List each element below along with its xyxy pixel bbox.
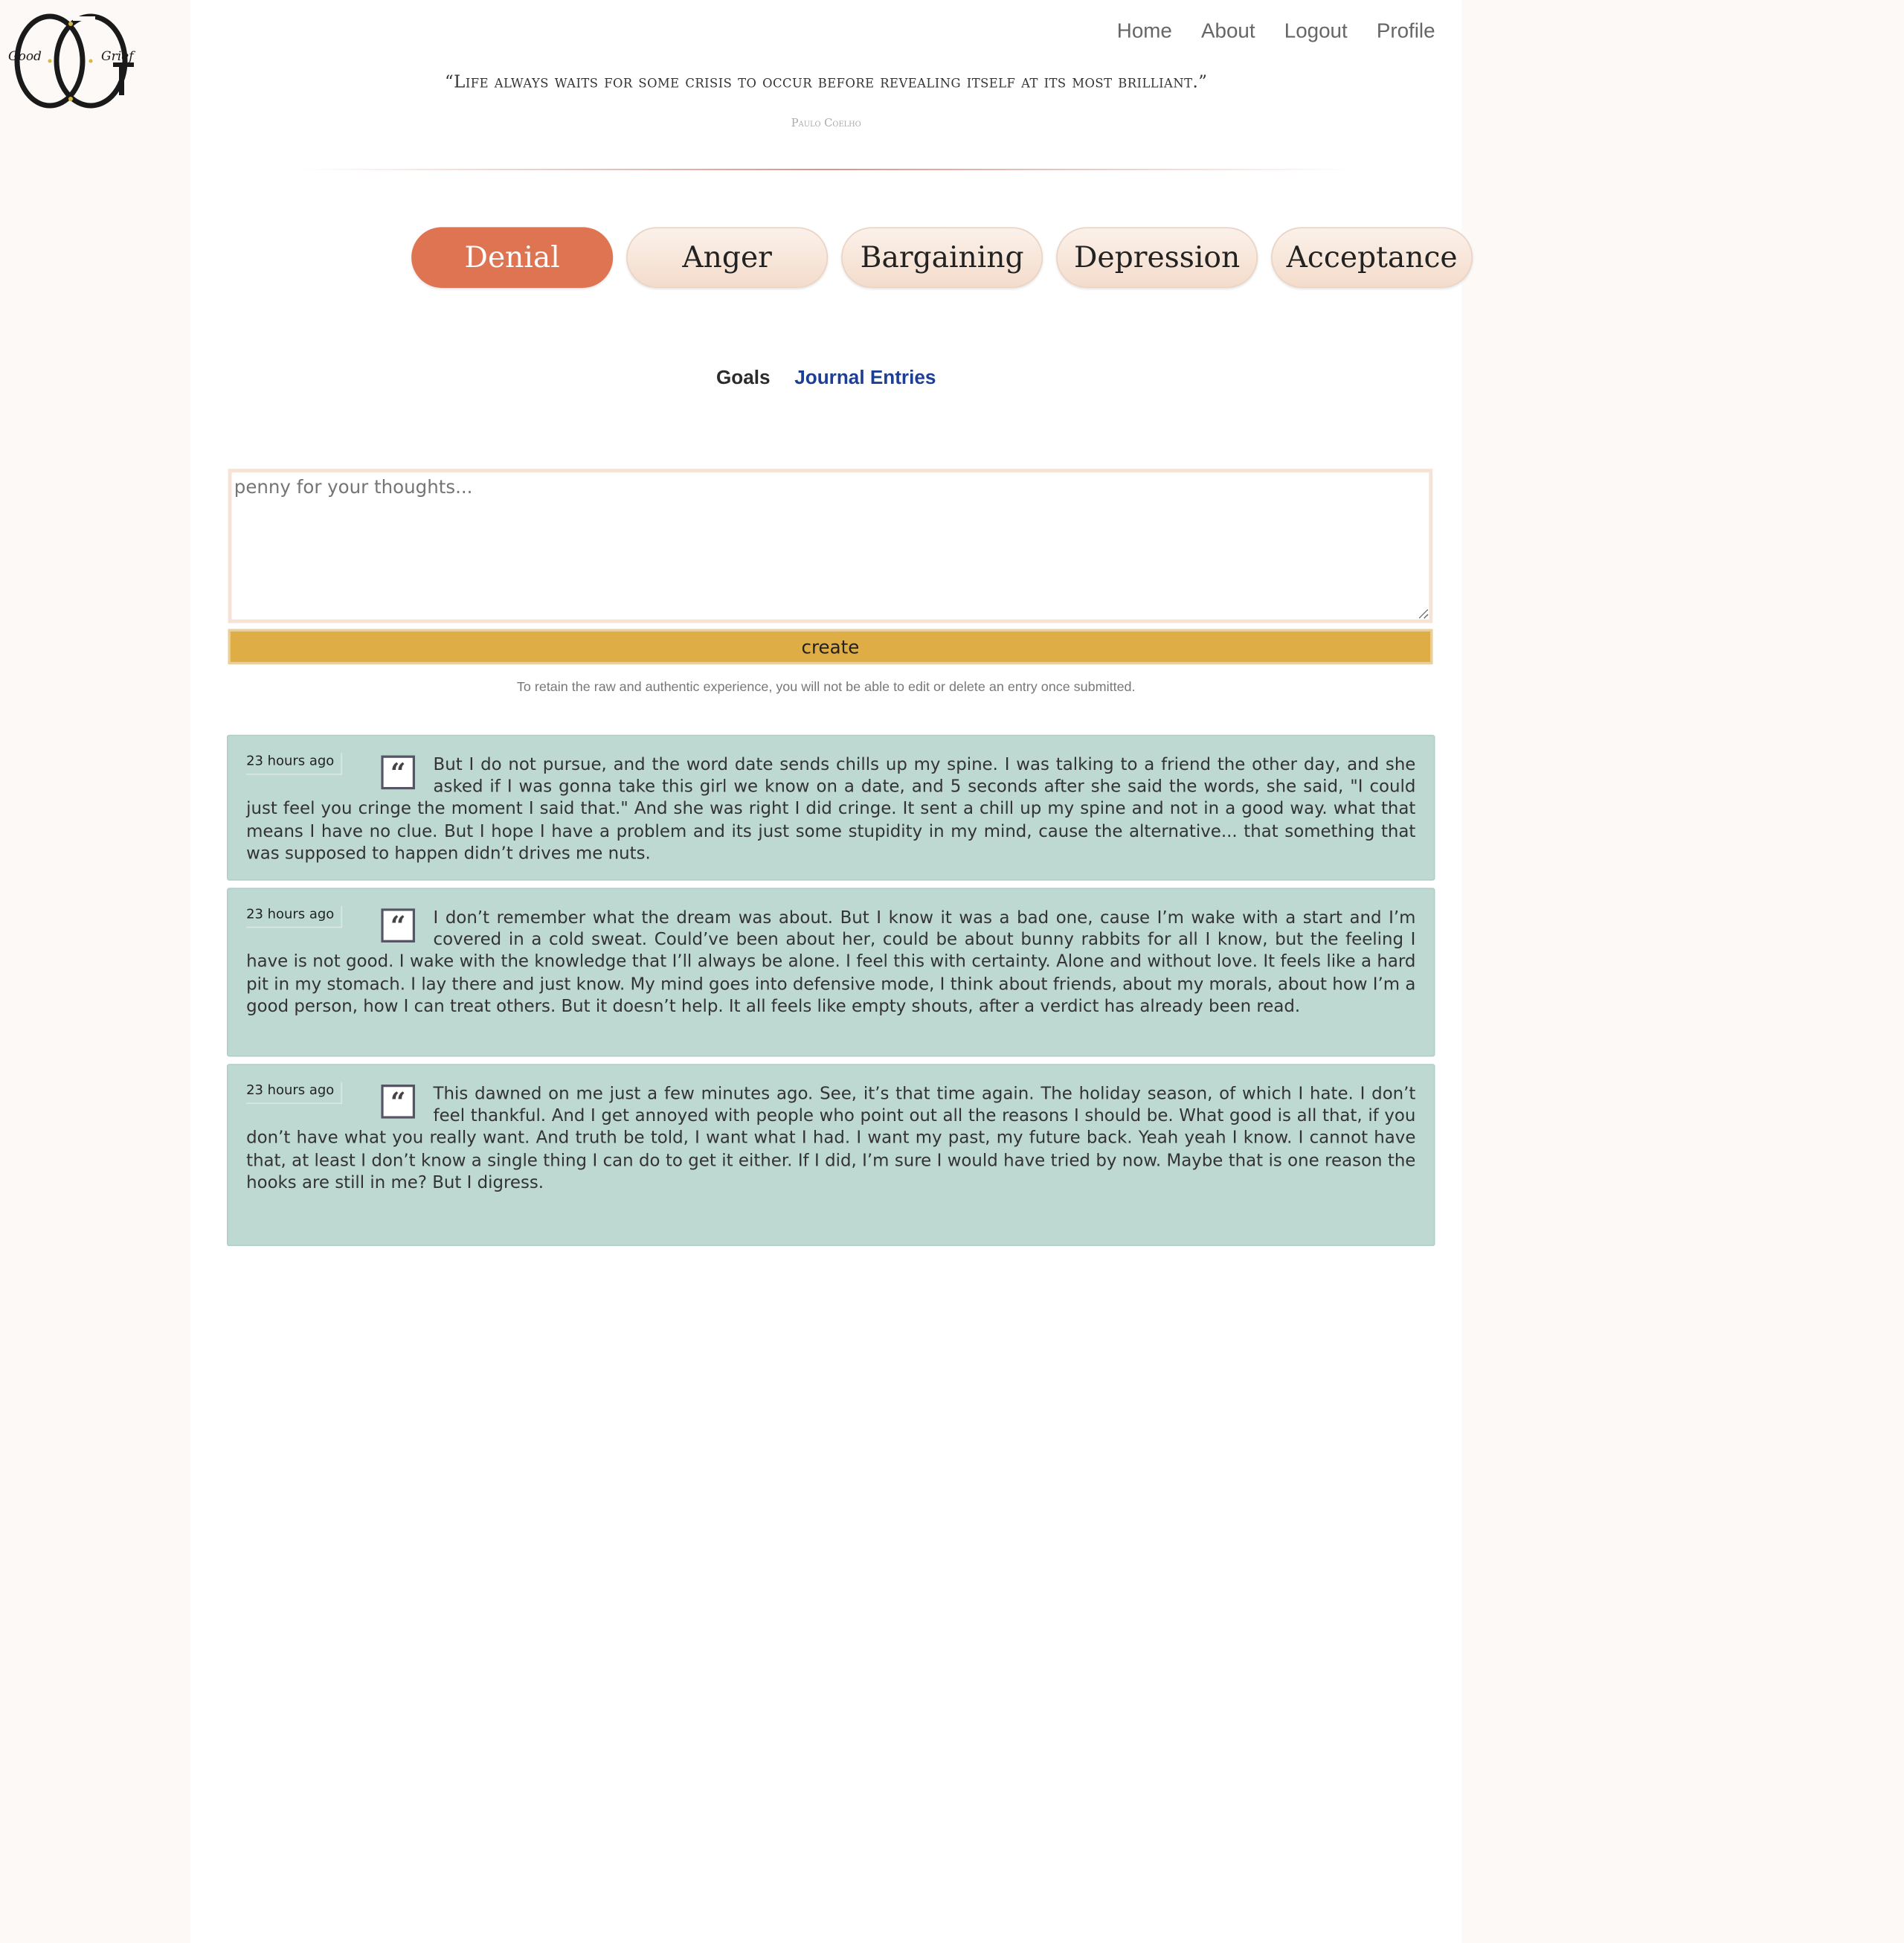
logo-mark-icon: Good Grief [8,13,135,109]
edit-disclaimer: To retain the raw and authentic experien… [516,680,1136,695]
svg-text:“: “ [390,1087,406,1118]
entry-text: But I do not pursue, and the word date s… [246,755,1416,864]
logo-text-good: Good [8,49,42,64]
entry-text: I don’t remember what the dream was abou… [246,908,1416,1017]
tab-goals[interactable]: Goals [716,368,771,390]
tab-journal-entries[interactable]: Journal Entries [794,368,936,390]
journal-entry: 23 hours ago “ I don’t remember what the… [226,887,1435,1057]
section-tabs: Goals Journal Entries [190,368,1461,390]
entry-text: This dawned on me just a few minutes ago… [246,1085,1416,1193]
stage-tab-denial[interactable]: Denial [411,227,614,288]
journal-entry: 23 hours ago “ This dawned on me just a … [226,1064,1435,1247]
create-button[interactable]: create [228,629,1433,665]
entry-timestamp: 23 hours ago [246,1082,343,1105]
stage-tab-depression[interactable]: Depression [1056,227,1258,288]
stage-tab-acceptance[interactable]: Acceptance [1271,227,1473,288]
svg-text:“: “ [390,757,406,789]
stage-tab-anger[interactable]: Anger [626,227,829,288]
divider [299,168,1353,170]
top-nav: Home About Logout Profile [1117,19,1435,44]
stage-tab-bargaining[interactable]: Bargaining [841,227,1043,288]
quote-icon: “ [381,908,416,942]
logo-text-grief: Grief [101,49,135,64]
entry-timestamp: 23 hours ago [246,753,343,775]
good-grief-logo[interactable]: Good Grief [7,13,138,109]
grief-stage-tabs: Denial Anger Bargaining Depression Accep… [411,227,1473,288]
nav-logout-link[interactable]: Logout [1284,19,1348,44]
journal-entry-input[interactable] [228,469,1433,623]
quote-icon: “ [381,1085,416,1119]
main-content-panel: Home About Logout Profile “Life always w… [190,0,1473,1943]
nav-home-link[interactable]: Home [1117,19,1172,44]
nav-profile-link[interactable]: Profile [1377,19,1435,44]
header-quote: “Life always waits for some crisis to oc… [444,72,1208,93]
entry-timestamp: 23 hours ago [246,905,343,928]
quote-author: Paulo Coelho [791,118,861,130]
journal-entry: 23 hours ago “ But I do not pursue, and … [226,734,1435,881]
svg-text:“: “ [390,911,406,942]
quote-icon: “ [381,755,416,790]
nav-about-link[interactable]: About [1201,19,1255,44]
